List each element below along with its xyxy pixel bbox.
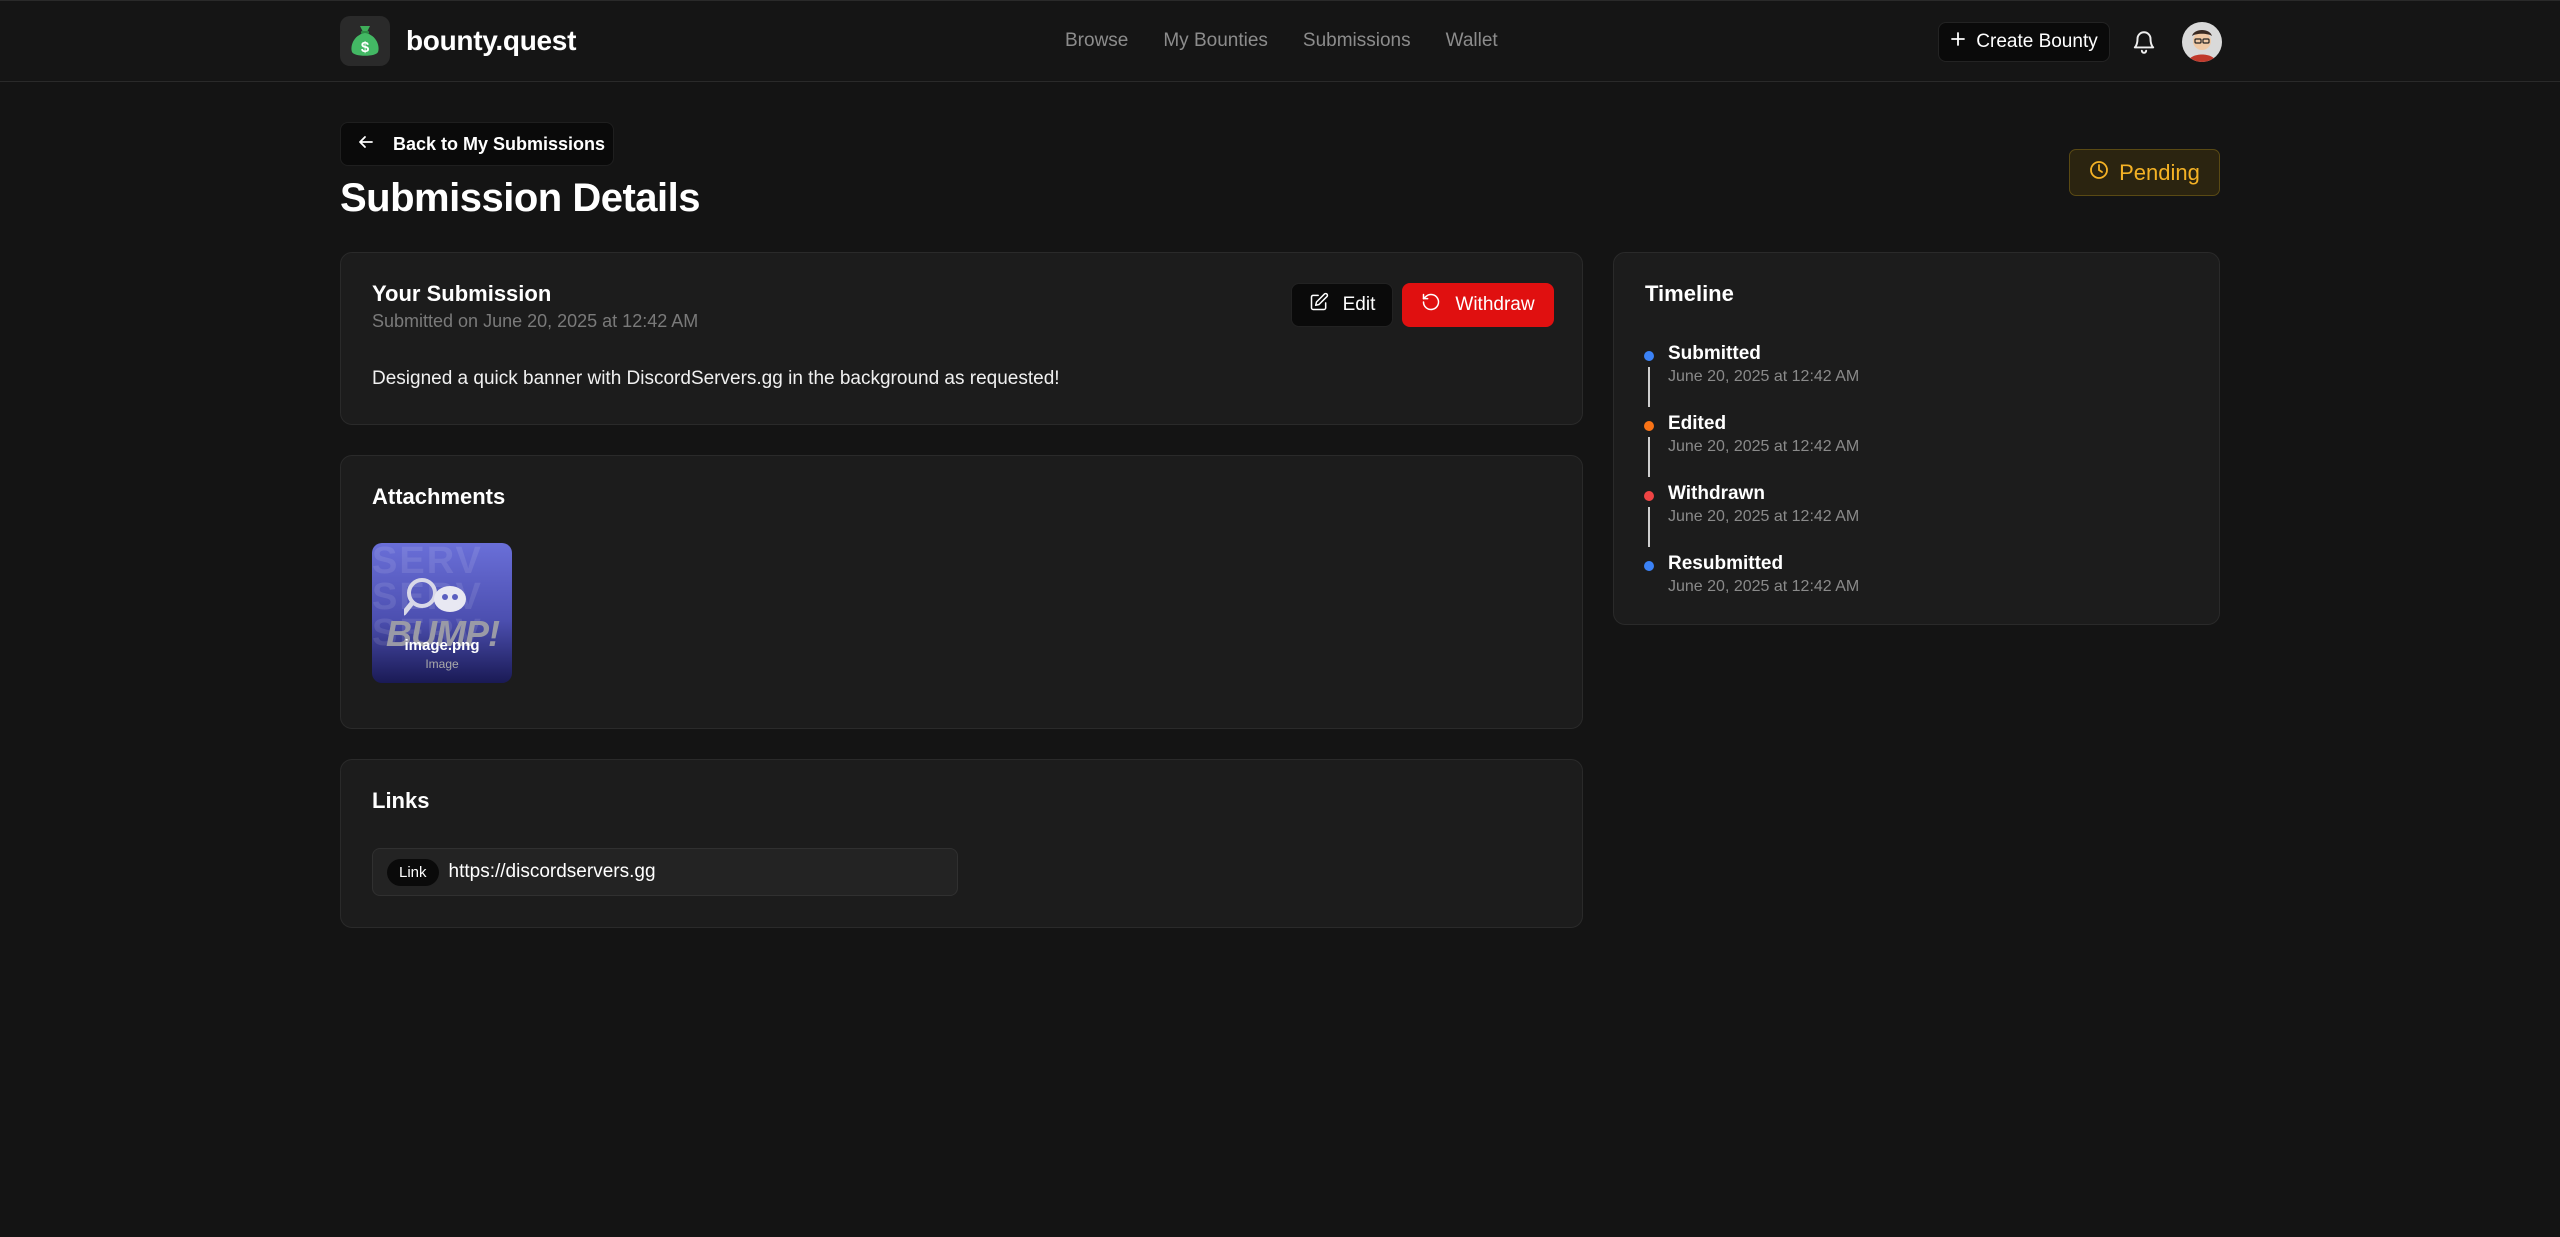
brand[interactable]: $ bounty.quest <box>340 16 576 66</box>
timeline-event-label: Withdrawn <box>1668 483 1765 504</box>
link-item[interactable]: Link https://discordservers.gg <box>372 848 958 896</box>
clock-icon <box>2089 160 2109 186</box>
timeline-dot <box>1644 561 1654 571</box>
page-title: Submission Details <box>340 176 700 220</box>
timeline-title: Timeline <box>1645 281 1734 306</box>
link-tag: Link <box>387 858 439 886</box>
timeline-dot <box>1644 421 1654 431</box>
submission-description: Designed a quick banner with DiscordServ… <box>372 368 1060 389</box>
timeline-event-date: June 20, 2025 at 12:42 AM <box>1668 438 1860 455</box>
nav-my-bounties[interactable]: My Bounties <box>1163 30 1268 52</box>
status-badge: Pending <box>2069 149 2220 196</box>
arrow-left-icon <box>357 133 375 156</box>
links-card: Links Link https://discordservers.gg <box>340 759 1583 928</box>
nav-browse[interactable]: Browse <box>1065 30 1128 52</box>
submission-title: Your Submission <box>372 281 552 306</box>
timeline-dot <box>1644 491 1654 501</box>
attachment-filename: image.png <box>404 637 480 654</box>
top-navbar: $ bounty.quest Browse My Bounties Submis… <box>0 0 2560 82</box>
create-bounty-button[interactable]: Create Bounty <box>1938 22 2110 62</box>
timeline-event-date: June 20, 2025 at 12:42 AM <box>1668 368 1860 385</box>
links-title: Links <box>372 788 430 813</box>
edit-button[interactable]: Edit <box>1291 283 1393 327</box>
status-label: Pending <box>2119 159 2200 185</box>
main-nav: Browse My Bounties Submissions Wallet <box>1065 30 1498 52</box>
bell-icon[interactable] <box>2131 29 2157 55</box>
timeline-event-label: Submitted <box>1668 343 1761 364</box>
link-url: https://discordservers.gg <box>448 861 656 882</box>
brand-name: bounty.quest <box>406 25 577 56</box>
svg-text:$: $ <box>361 39 370 56</box>
timeline-event-date: June 20, 2025 at 12:42 AM <box>1668 508 1860 525</box>
attachments-title: Attachments <box>372 484 506 509</box>
timeline-connector <box>1648 367 1650 407</box>
timeline-dot <box>1644 351 1654 361</box>
timeline-connector <box>1648 507 1650 547</box>
withdraw-label: Withdraw <box>1455 294 1535 315</box>
timeline-connector <box>1648 437 1650 477</box>
withdraw-button[interactable]: Withdraw <box>1402 283 1554 327</box>
timeline-event-label: Edited <box>1668 413 1727 434</box>
nav-submissions[interactable]: Submissions <box>1303 30 1411 52</box>
timeline-event-label: Resubmitted <box>1668 553 1784 574</box>
edit-label: Edit <box>1342 294 1376 315</box>
back-to-submissions-button[interactable]: Back to My Submissions <box>340 122 614 166</box>
nav-wallet[interactable]: Wallet <box>1446 30 1498 52</box>
submission-date: Submitted on June 20, 2025 at 12:42 AM <box>372 311 699 331</box>
back-label: Back to My Submissions <box>393 133 606 154</box>
user-avatar[interactable] <box>2182 22 2222 62</box>
money-bag-icon: $ <box>340 16 390 66</box>
attachment-type: Image <box>425 657 459 671</box>
attachments-card: Attachments SERV SERV SERV BUMP! image.png… <box>340 455 1583 729</box>
submission-card: Your Submission Submitted on June 20, 20… <box>340 252 1583 425</box>
timeline-card: Timeline Submitted June 20, 2025 at 12:4… <box>1613 252 2220 625</box>
edit-icon <box>1309 292 1329 318</box>
timeline-event-date: June 20, 2025 at 12:42 AM <box>1668 578 1860 595</box>
attachment-thumbnail[interactable]: SERV SERV SERV BUMP! image.png Image <box>372 543 512 683</box>
plus-icon <box>1950 31 1966 53</box>
undo-icon <box>1421 292 1441 318</box>
create-bounty-label: Create Bounty <box>1976 31 2098 52</box>
